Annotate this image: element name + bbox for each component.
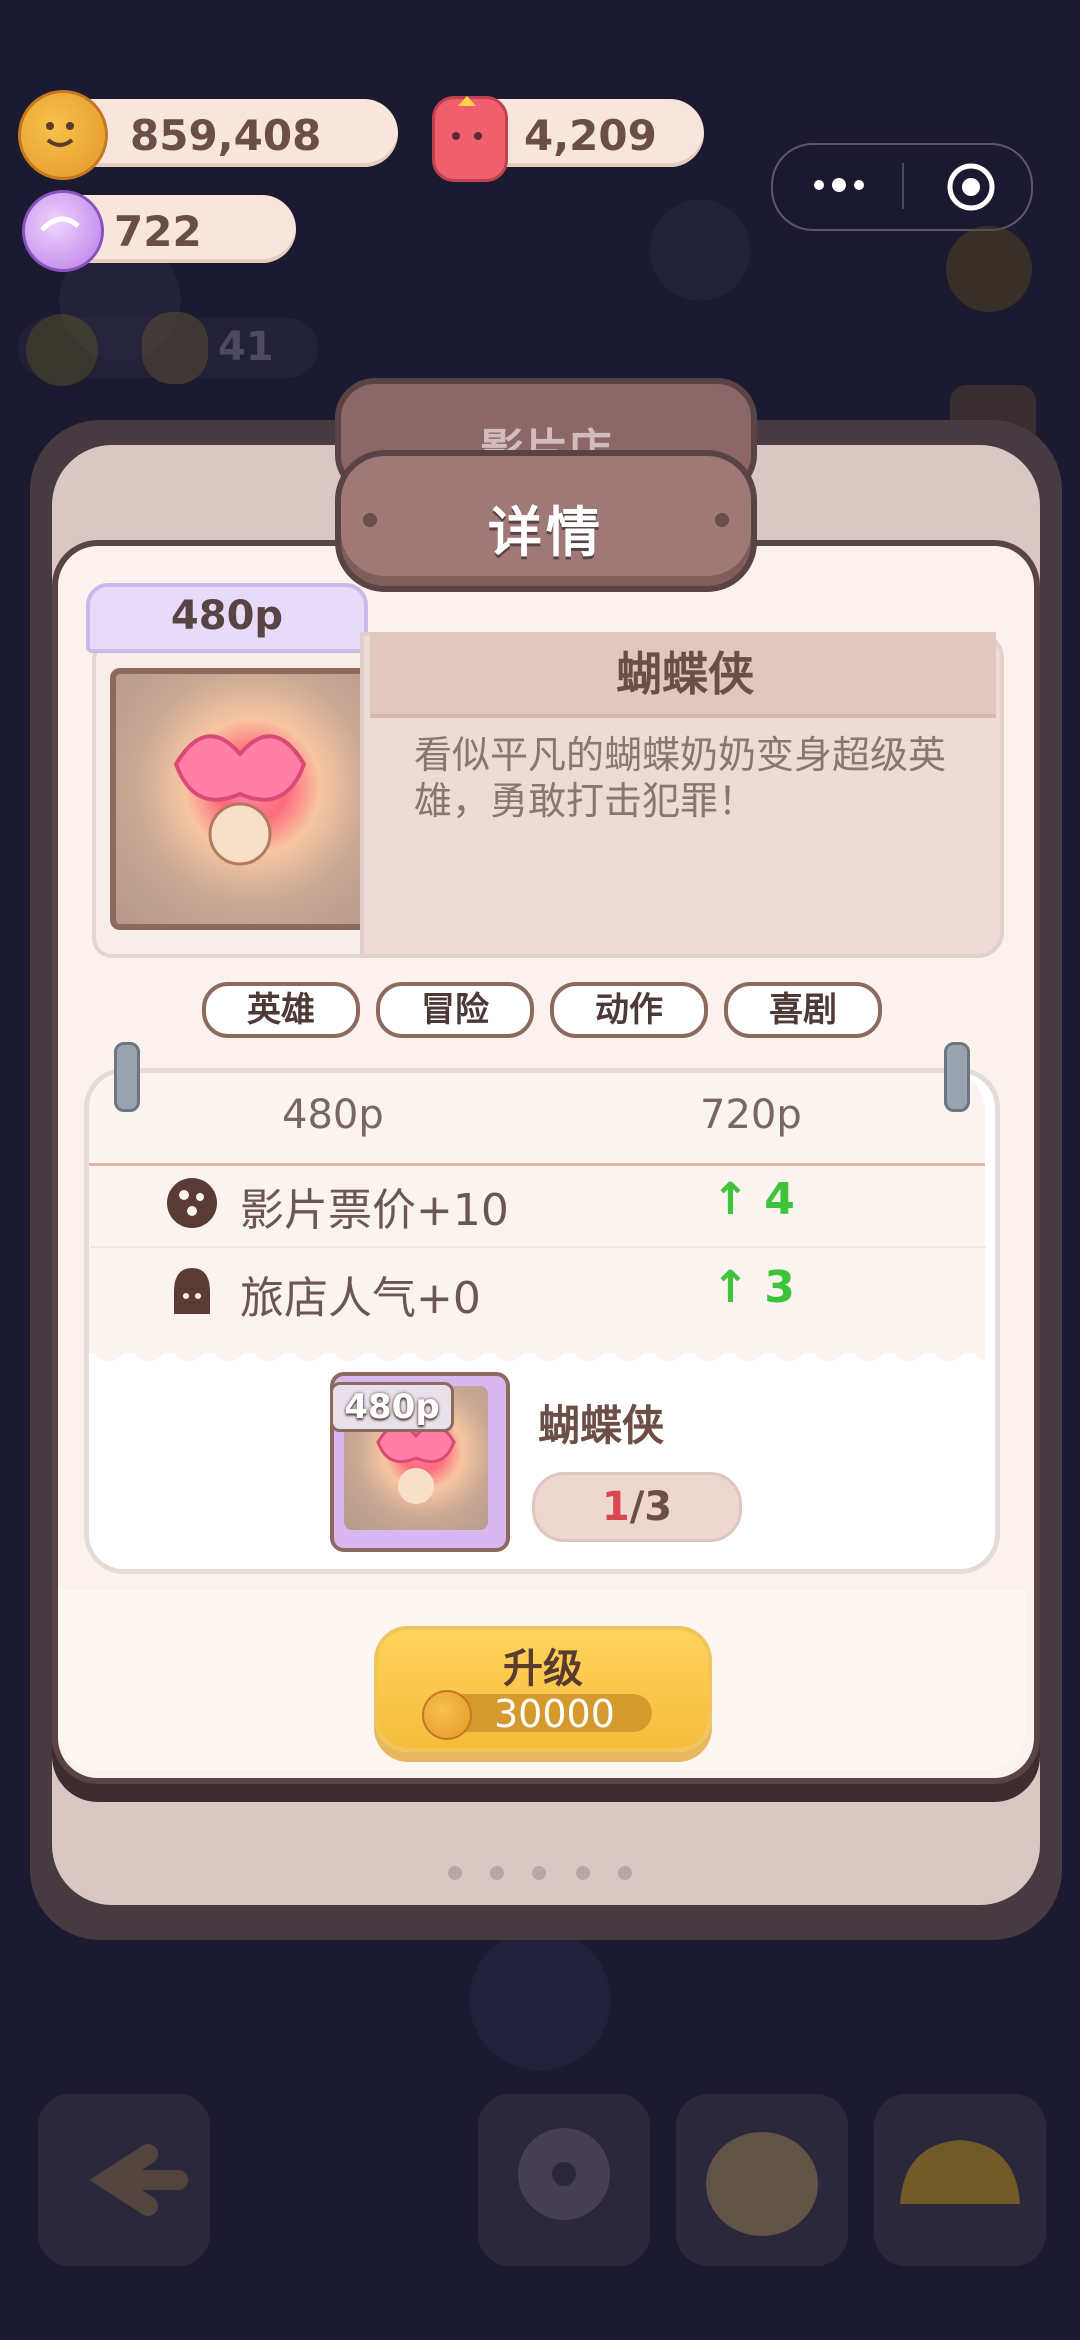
next-resolution: 720p bbox=[700, 1092, 802, 1138]
material-have: 1 bbox=[601, 1484, 630, 1530]
panel-title: 详情 bbox=[488, 501, 604, 564]
page-dot bbox=[448, 1866, 462, 1880]
cookie-coin-icon bbox=[18, 90, 108, 180]
gear-icon bbox=[26, 314, 98, 386]
jelly-icon bbox=[432, 96, 508, 182]
jelly-amount: 4,209 bbox=[524, 111, 657, 160]
row-divider bbox=[90, 1246, 986, 1248]
more-dots-icon[interactable] bbox=[803, 165, 883, 205]
stats-upper-bg bbox=[89, 1163, 985, 1353]
clip-pin bbox=[114, 1042, 140, 1112]
film-reel-button[interactable] bbox=[478, 2094, 650, 2266]
page-dot bbox=[576, 1866, 590, 1880]
current-resolution: 480p bbox=[282, 1092, 384, 1138]
genre-tag: 英雄 bbox=[202, 982, 360, 1038]
hostel-popularity-increase-value: 3 bbox=[764, 1262, 795, 1313]
material-need: /3 bbox=[629, 1484, 673, 1530]
movie-description: 看似平凡的蝴蝶奶奶变身超级英雄，勇敢打击犯罪！ bbox=[414, 733, 947, 823]
hostel-icon bbox=[142, 312, 208, 384]
mini-program-capsule bbox=[771, 143, 1033, 231]
page-dot bbox=[532, 1866, 546, 1880]
genre-tag: 冒险 bbox=[376, 982, 534, 1038]
side-gear-icon bbox=[946, 226, 1032, 312]
upgrade-cost: 30000 bbox=[494, 1692, 615, 1736]
scallop-divider bbox=[89, 1345, 985, 1365]
butterfly-hero-portrait bbox=[110, 668, 370, 930]
background-level-badge: 41 bbox=[18, 312, 318, 386]
capsule-divider bbox=[902, 163, 904, 209]
upgrade-label: 升级 bbox=[503, 1646, 583, 1692]
genre-tag: 喜剧 bbox=[724, 982, 882, 1038]
cookie-icon bbox=[164, 1175, 220, 1231]
material-name: 蝴蝶侠 bbox=[538, 1401, 665, 1450]
crystal-amount: 722 bbox=[114, 207, 202, 256]
back-nav-button[interactable] bbox=[38, 2094, 210, 2266]
page-dot bbox=[490, 1866, 504, 1880]
cookie-coin-icon bbox=[422, 1690, 472, 1740]
hostel-popularity-increase: ↑ 3 bbox=[712, 1262, 795, 1313]
crystal-candy-icon bbox=[22, 190, 104, 272]
helmet-button[interactable] bbox=[874, 2094, 1046, 2266]
target-close-icon[interactable] bbox=[943, 159, 999, 215]
hostel-popularity-label: 旅店人气+0 bbox=[240, 1273, 481, 1324]
material-count: 1/3 bbox=[532, 1472, 742, 1542]
movie-name: 蝴蝶侠 bbox=[616, 647, 754, 701]
coin-amount: 859,408 bbox=[130, 111, 322, 160]
background-level-value: 41 bbox=[218, 324, 274, 370]
ticket-price-increase-value: 4 bbox=[764, 1174, 795, 1225]
clip-pin bbox=[944, 1042, 970, 1112]
genre-tag: 动作 bbox=[550, 982, 708, 1038]
stats-header bbox=[89, 1073, 985, 1166]
page-dot bbox=[618, 1866, 632, 1880]
resolution-tab: 480p bbox=[86, 583, 368, 653]
popularity-icon bbox=[164, 1262, 220, 1320]
material-resolution-badge: 480p bbox=[330, 1382, 454, 1432]
ticket-price-label: 影片票价+10 bbox=[240, 1185, 509, 1236]
duck-button[interactable] bbox=[676, 2094, 848, 2266]
ticket-price-increase: ↑ 4 bbox=[712, 1174, 795, 1225]
resolution-label: 480p bbox=[170, 593, 284, 639]
